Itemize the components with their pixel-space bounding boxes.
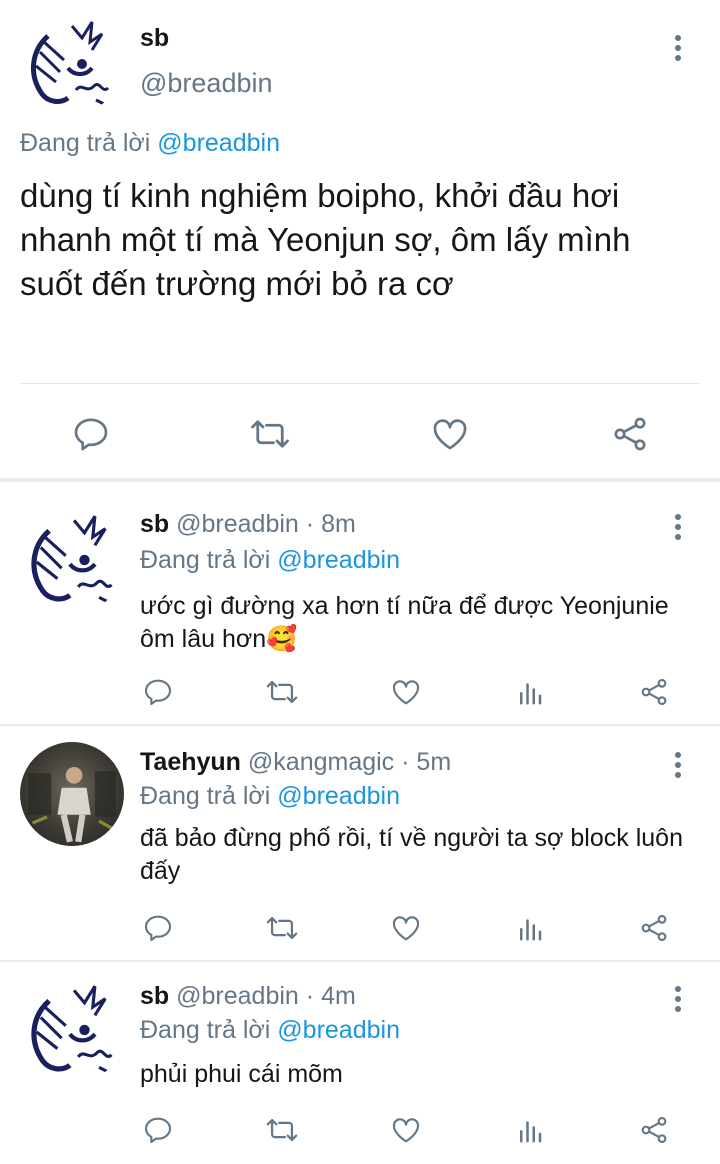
replying-prefix: Đang trả lời: [140, 546, 271, 574]
reply-icon[interactable]: [140, 1112, 176, 1148]
replying-to-link[interactable]: @breadbin: [277, 782, 400, 810]
replying-prefix: Đang trả lời: [20, 129, 151, 157]
replying-to: Đang trả lời @breadbin: [140, 1016, 400, 1045]
share-icon[interactable]: [636, 674, 672, 710]
author-name[interactable]: sb: [140, 510, 169, 538]
reply-tweet[interactable]: Taehyun @kangmagic · 5m Đang trả lời @br…: [0, 726, 720, 960]
author-name[interactable]: Taehyun: [140, 748, 241, 776]
replying-to-link[interactable]: @breadbin: [157, 129, 280, 157]
share-icon[interactable]: [636, 1112, 672, 1148]
analytics-icon[interactable]: [512, 1112, 548, 1148]
analytics-icon[interactable]: [512, 910, 548, 946]
reply-tweet[interactable]: sb @breadbin · 8m Đang trả lời @breadbin…: [0, 484, 720, 724]
divider: [20, 383, 700, 384]
reply-tweet[interactable]: sb @breadbin · 4m Đang trả lời @breadbin…: [0, 962, 720, 1164]
retweet-icon[interactable]: [264, 674, 300, 710]
like-icon[interactable]: [388, 910, 424, 946]
like-icon[interactable]: [388, 674, 424, 710]
avatar[interactable]: [20, 742, 124, 846]
reply-actions: [0, 674, 720, 714]
replying-to: Đang trả lời @breadbin: [20, 129, 280, 158]
reply-icon[interactable]: [66, 409, 116, 459]
sketch-avatar-icon: [31, 515, 119, 608]
reply-icon[interactable]: [140, 910, 176, 946]
like-icon[interactable]: [388, 1112, 424, 1148]
reply-header: sb @breadbin · 8m: [140, 510, 356, 539]
author-handle[interactable]: @breadbin: [176, 510, 299, 538]
reply-text: phủi phui cái mõm: [140, 1060, 343, 1088]
tweet-actions: [0, 405, 720, 461]
timestamp: 4m: [321, 982, 356, 1010]
retweet-icon[interactable]: [264, 1112, 300, 1148]
more-options-icon[interactable]: [668, 31, 688, 65]
replying-to-link[interactable]: @breadbin: [277, 546, 400, 574]
reply-icon[interactable]: [140, 674, 176, 710]
reply-text: ước gì đường xa hơn tí nữa để được Yeonj…: [140, 592, 669, 653]
dot-separator: ·: [401, 748, 410, 776]
author-handle[interactable]: @kangmagic: [248, 748, 394, 776]
retweet-icon[interactable]: [264, 910, 300, 946]
reply-actions: [0, 1112, 720, 1152]
sketch-avatar-icon: [30, 21, 115, 110]
author-handle[interactable]: @breadbin: [140, 68, 273, 99]
author-handle[interactable]: @breadbin: [176, 982, 299, 1010]
person-photo-icon: [28, 766, 116, 843]
timestamp: 8m: [321, 510, 356, 538]
author-name[interactable]: sb: [140, 24, 169, 53]
avatar[interactable]: [20, 510, 124, 614]
replying-to: Đang trả lời @breadbin: [140, 782, 400, 811]
dot-separator: ·: [305, 982, 315, 1010]
tweet-text: dùng tí kinh nghiệm boipho, khởi đầu hơi…: [20, 177, 631, 302]
avatar[interactable]: [20, 980, 124, 1084]
section-separator: [0, 478, 720, 482]
avatar[interactable]: [20, 16, 120, 116]
more-options-icon[interactable]: [668, 510, 688, 544]
share-icon[interactable]: [636, 910, 672, 946]
reply-text: đã bảo đừng phố rồi, tí về người ta sợ b…: [140, 824, 683, 885]
like-icon[interactable]: [425, 409, 475, 459]
dot-separator: ·: [305, 510, 315, 538]
reply-header: Taehyun @kangmagic · 5m: [140, 748, 451, 777]
main-tweet: sb @breadbin Đang trả lời @breadbin dùng…: [0, 0, 720, 478]
retweet-icon[interactable]: [245, 409, 295, 459]
replying-to: Đang trả lời @breadbin: [140, 546, 400, 575]
timestamp: 5m: [416, 748, 452, 776]
replying-prefix: Đang trả lời: [140, 782, 271, 810]
replying-to-link[interactable]: @breadbin: [277, 1016, 400, 1044]
author-name[interactable]: sb: [140, 982, 169, 1010]
reply-header: sb @breadbin · 4m: [140, 982, 356, 1011]
replying-prefix: Đang trả lời: [140, 1016, 271, 1044]
more-options-icon[interactable]: [668, 982, 688, 1016]
analytics-icon[interactable]: [512, 674, 548, 710]
share-icon[interactable]: [605, 409, 655, 459]
sketch-avatar-icon: [31, 985, 119, 1078]
more-options-icon[interactable]: [668, 748, 688, 782]
reply-actions: [0, 910, 720, 950]
